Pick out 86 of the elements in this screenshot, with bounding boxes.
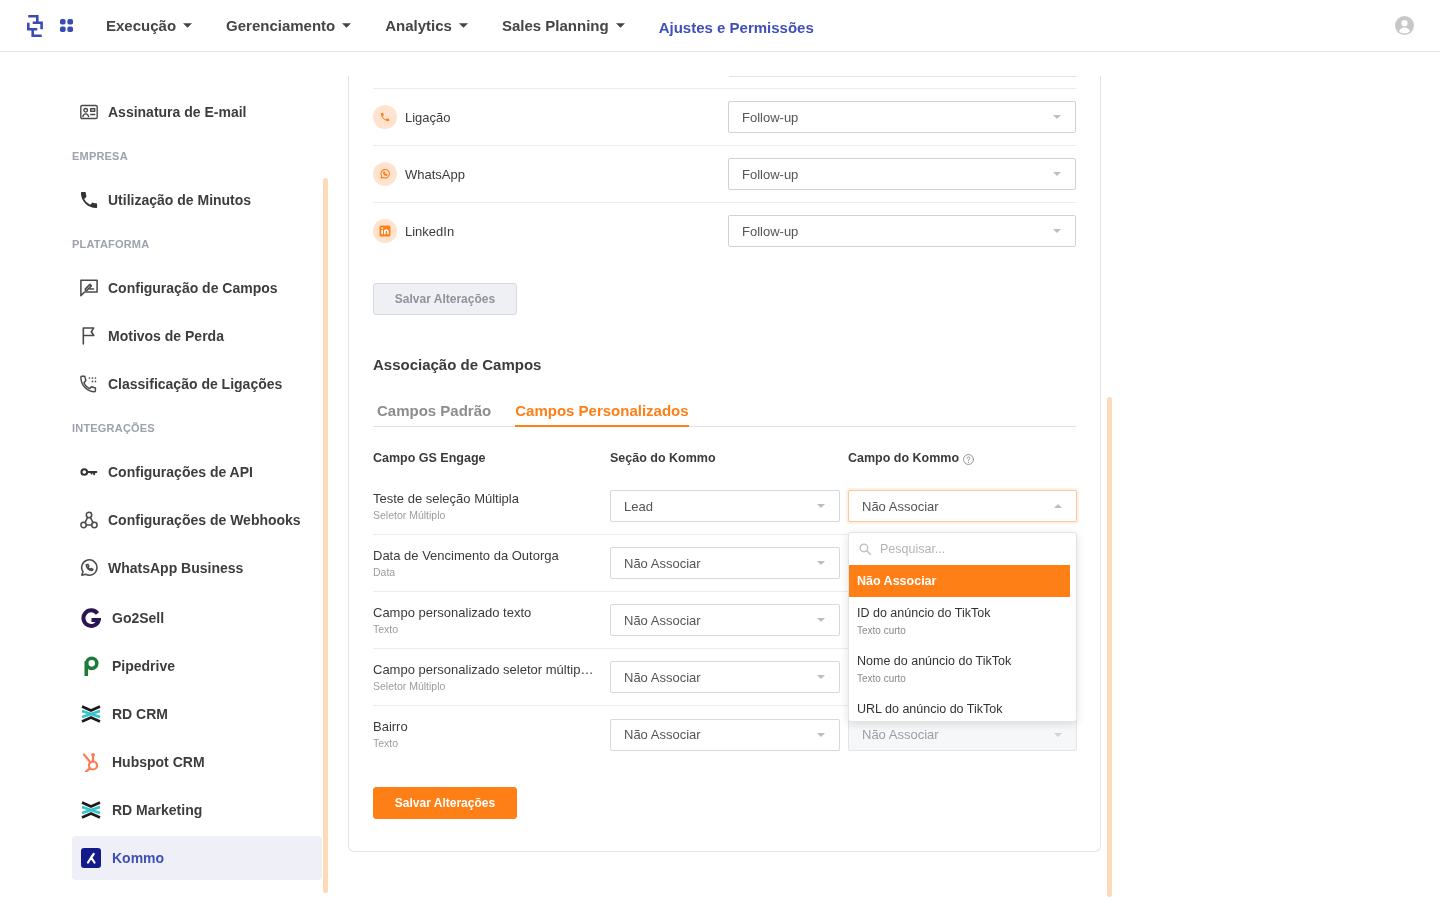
flag-icon — [80, 327, 98, 345]
phone-icon — [80, 191, 98, 209]
sidebar-item[interactable]: Utilização de Minutos — [72, 176, 322, 224]
sidebar-item[interactable]: Pipedrive — [72, 644, 322, 688]
app-logo-icon[interactable] — [27, 14, 43, 37]
search-icon — [859, 543, 871, 555]
chevrons-logo-icon — [81, 704, 101, 724]
nav-menu[interactable]: Sales Planning — [501, 17, 625, 34]
dropdown-option[interactable]: ID do anúncio do TikTok Texto curto — [849, 597, 1070, 645]
select-field[interactable]: Follow-up — [728, 215, 1076, 247]
sidebar-item[interactable]: Configurações de Webhooks — [72, 496, 322, 544]
field-name: Data de Vencimento da Outorga — [373, 547, 559, 564]
channel-label: LinkedIn — [405, 223, 455, 239]
nav-menu[interactable]: Gerenciamento — [226, 17, 352, 34]
sidebar-item[interactable]: Kommo — [72, 836, 322, 880]
section-heading: PLATAFORMA — [72, 237, 151, 252]
section-heading: INTEGRAÇÕES — [72, 421, 156, 436]
select-field[interactable]: Lead — [610, 490, 840, 522]
sidebar-item[interactable]: Hubspot CRM — [72, 740, 322, 784]
select-field[interactable]: Não Associar — [610, 661, 840, 693]
grid-icon[interactable] — [60, 19, 73, 32]
field-type: Data — [373, 565, 396, 579]
caret-icon — [817, 618, 825, 622]
chat-pen-icon — [80, 279, 98, 297]
caret-icon — [817, 561, 825, 565]
caret-icon — [1054, 732, 1062, 737]
column-header: Campo GS Engage — [373, 451, 486, 465]
caret-icon — [1053, 115, 1061, 119]
sidebar-item[interactable]: Classificação de Ligações — [72, 360, 322, 408]
id-card-icon — [80, 103, 98, 121]
select-field[interactable]: Não Associar — [610, 718, 840, 751]
select-field[interactable]: Não Associar — [610, 547, 840, 579]
sidebar-item[interactable]: RD Marketing — [72, 788, 322, 832]
phone-dots-icon — [80, 375, 98, 393]
option-detail: Texto curto — [857, 624, 907, 637]
nav-menu[interactable]: Execução — [106, 17, 193, 34]
sidebar-item[interactable]: RD CRM — [72, 692, 322, 736]
field-name: Campo personalizado texto — [373, 604, 532, 621]
select-field[interactable]: Não Associar — [848, 490, 1077, 522]
help-icon[interactable] — [963, 453, 975, 465]
field-name: Teste de seleção Múltipla — [373, 490, 519, 507]
sidebar-item[interactable]: Configurações de API — [72, 448, 322, 496]
caret-icon — [817, 732, 825, 737]
caret-icon — [1053, 172, 1061, 176]
search-field[interactable]: Pesquisar... — [880, 539, 1040, 559]
p-logo-icon — [81, 656, 101, 676]
select-field[interactable]: Follow-up — [728, 101, 1076, 133]
section-title: Associação de Campos — [373, 355, 543, 375]
caret-icon — [817, 675, 825, 679]
field-name: Bairro — [373, 719, 408, 735]
caret-icon — [1054, 504, 1062, 508]
field-type: Texto — [373, 737, 399, 750]
square-logo-icon — [81, 848, 101, 868]
nav-menu[interactable]: Analytics — [385, 17, 468, 34]
sidebar-item[interactable]: Configuração de Campos — [72, 264, 322, 312]
dropdown-option[interactable]: URL do anúncio do TikTok — [849, 693, 1070, 721]
field-name: Campo personalizado seletor múltip… — [373, 661, 594, 678]
channel-label: Ligação — [405, 109, 451, 125]
caret-icon — [1053, 229, 1061, 233]
chat-phone-icon — [80, 559, 98, 577]
webhook-icon — [80, 511, 98, 529]
column-header: Campo do Kommo — [848, 451, 960, 465]
section-heading: EMPRESA — [72, 149, 129, 164]
column-header: Seção do Kommo — [610, 451, 716, 465]
sprocket-logo-icon — [81, 752, 101, 772]
sidebar-item[interactable]: Motivos de Perda — [72, 312, 322, 360]
g-logo-icon — [81, 608, 101, 628]
option-detail: Texto curto — [857, 672, 907, 685]
select-field[interactable]: Não Associar — [610, 604, 840, 636]
channel-label: WhatsApp — [405, 166, 465, 182]
nav-link[interactable]: Ajustes e Permissões — [658, 18, 814, 36]
sidebar-item[interactable]: Assinatura de E-mail — [72, 88, 322, 136]
dropdown-option[interactable]: Nome do anúncio do TikTok Texto curto — [849, 645, 1070, 693]
avatar-icon[interactable] — [1395, 16, 1414, 35]
caret-icon — [817, 504, 825, 508]
chat-phone-icon — [373, 162, 397, 186]
scrollbar-thumb[interactable] — [1107, 397, 1112, 897]
scrollbar-thumb[interactable] — [323, 178, 328, 893]
field-type: Seletor Múltiplo — [373, 508, 446, 522]
sidebar-item[interactable]: Go2Sell — [72, 596, 322, 640]
phone-icon — [373, 105, 397, 129]
field-type: Seletor Múltiplo — [373, 679, 446, 693]
chevrons-logo-icon — [81, 800, 101, 820]
field-type: Texto — [373, 622, 399, 636]
sidebar-item[interactable]: WhatsApp Business — [72, 544, 322, 592]
select-field[interactable]: Follow-up — [728, 158, 1076, 190]
